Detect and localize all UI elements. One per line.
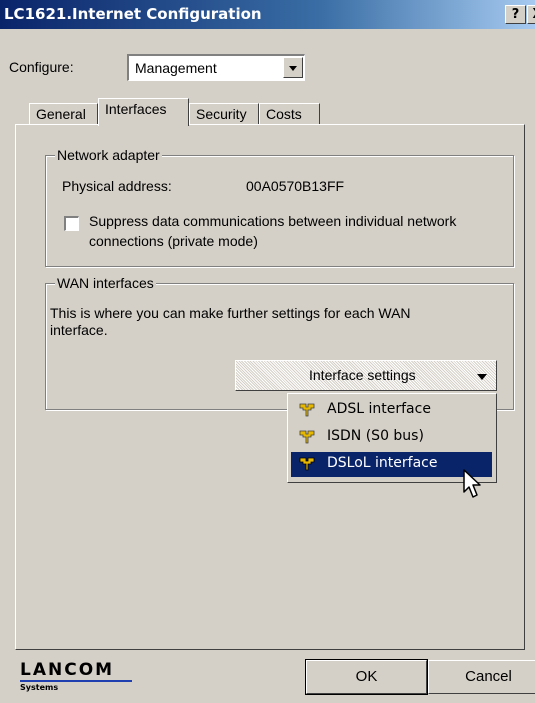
interface-plug-icon [299,403,315,417]
private-mode-label-line2[interactable]: connections (private mode) [89,233,258,249]
help-button[interactable]: ? [505,5,526,24]
network-adapter-group: Network adapter [45,147,514,267]
dropdown-arrow-icon [477,374,487,380]
configure-select[interactable]: Management [127,54,305,81]
interface-plug-icon [299,457,315,471]
wan-description-line1: This is where you can make further setti… [50,305,411,321]
tab-costs[interactable]: Costs [259,103,320,125]
configure-label: Configure: [9,59,74,75]
interface-settings-button[interactable]: Interface settings [235,360,497,391]
title-bar[interactable]: LC1621.Internet Configuration ? X [0,0,535,29]
physical-address-label: Physical address: [62,178,172,194]
menu-item-label: DSLoL interface [327,455,438,471]
menu-item-label: ADSL interface [327,401,431,417]
private-mode-checkbox[interactable] [64,216,79,231]
private-mode-label-line1[interactable]: Suppress data communications between ind… [89,213,456,229]
menu-item-label: ISDN (S0 bus) [327,428,424,444]
mouse-pointer-icon [463,469,481,498]
lancom-logo: LANCOM Systems [20,660,132,692]
network-adapter-legend: Network adapter [55,147,162,163]
configure-select-value: Management [135,60,217,76]
wan-interfaces-legend: WAN interfaces [55,275,156,291]
window-title: LC1621.Internet Configuration [4,5,262,23]
logo-main-text: LANCOM [20,660,115,680]
interface-settings-label: Interface settings [309,367,416,383]
dialog-window: LC1621.Internet Configuration ? X Config… [0,0,535,703]
chevron-down-icon[interactable] [283,57,303,78]
wan-description-line2: interface. [50,322,108,338]
cancel-button[interactable]: Cancel [428,660,535,694]
physical-address-value: 00A0570B13FF [246,178,345,194]
tab-security[interactable]: Security [189,103,259,125]
close-button[interactable]: X [527,5,535,24]
logo-underline [20,680,132,682]
tab-interfaces[interactable]: Interfaces [98,98,189,126]
tab-general[interactable]: General [29,103,98,125]
logo-sub-text: Systems [20,683,59,692]
menu-item-adsl-interface[interactable]: ADSL interface [291,398,492,423]
interface-plug-icon [299,430,315,444]
menu-item-isdn-s0-bus[interactable]: ISDN (S0 bus) [291,425,492,450]
ok-button[interactable]: OK [305,659,428,695]
